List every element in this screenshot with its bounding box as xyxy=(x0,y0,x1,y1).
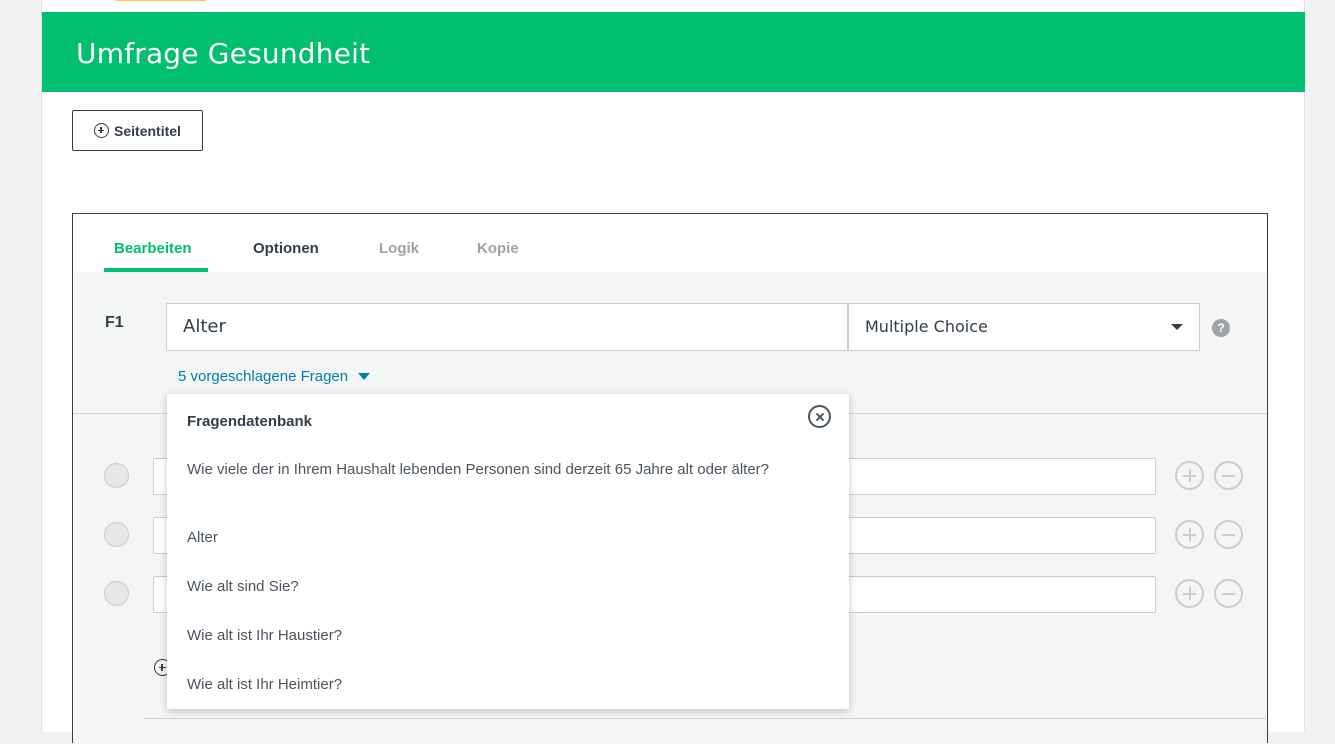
suggested-question-item[interactable]: Wie alt ist Ihr Heimtier? xyxy=(187,675,787,694)
question-number: F1 xyxy=(105,314,124,331)
answer-radio xyxy=(104,581,129,606)
suggested-questions-label: 5 vorgeschlagene Fragen xyxy=(178,368,349,385)
suggested-question-item[interactable]: Wie viele der in Ihrem Haushalt lebenden… xyxy=(187,460,787,479)
add-choice-icon[interactable] xyxy=(1175,520,1204,549)
help-icon[interactable]: ? xyxy=(1212,319,1230,337)
tab-copy[interactable]: Kopie xyxy=(477,240,519,257)
top-badge xyxy=(115,0,207,1)
question-tabs: Bearbeiten Optionen Logik Kopie xyxy=(73,214,1267,272)
survey-title[interactable]: Umfrage Gesundheit xyxy=(76,37,370,70)
add-choice-icon[interactable] xyxy=(1175,579,1204,608)
tab-logic[interactable]: Logik xyxy=(379,240,419,257)
add-page-title-label: Seitentitel xyxy=(114,122,181,139)
suggested-question-item[interactable]: Wie alt ist Ihr Haustier? xyxy=(187,626,787,645)
tab-options[interactable]: Optionen xyxy=(253,240,319,257)
add-page-title-button[interactable]: Seitentitel xyxy=(72,110,203,151)
answer-radio xyxy=(104,463,129,488)
plus-circle-icon xyxy=(94,123,110,138)
question-bank-dropdown: Fragendatenbank Wie viele der in Ihrem H… xyxy=(167,394,849,709)
survey-header: Umfrage Gesundheit xyxy=(42,12,1305,92)
remove-choice-icon[interactable] xyxy=(1214,579,1243,608)
question-text-input[interactable]: Alter xyxy=(166,303,848,351)
close-icon[interactable] xyxy=(808,405,831,428)
question-type-value: Multiple Choice xyxy=(865,317,988,336)
question-bank-title: Fragendatenbank xyxy=(187,413,313,430)
answer-radio xyxy=(104,522,129,547)
caret-down-icon xyxy=(358,373,371,380)
remove-choice-icon[interactable] xyxy=(1214,520,1243,549)
add-choice-icon[interactable] xyxy=(1175,461,1204,490)
suggested-questions-link[interactable]: 5 vorgeschlagene Fragen xyxy=(178,368,371,385)
question-type-select[interactable]: Multiple Choice xyxy=(848,303,1200,351)
chevron-down-icon xyxy=(1171,324,1183,330)
remove-choice-icon[interactable] xyxy=(1214,461,1243,490)
tab-edit[interactable]: Bearbeiten xyxy=(114,240,192,257)
bottom-divider xyxy=(144,718,1266,719)
suggested-question-item[interactable]: Alter xyxy=(187,528,787,547)
suggested-question-item[interactable]: Wie alt sind Sie? xyxy=(187,577,787,596)
